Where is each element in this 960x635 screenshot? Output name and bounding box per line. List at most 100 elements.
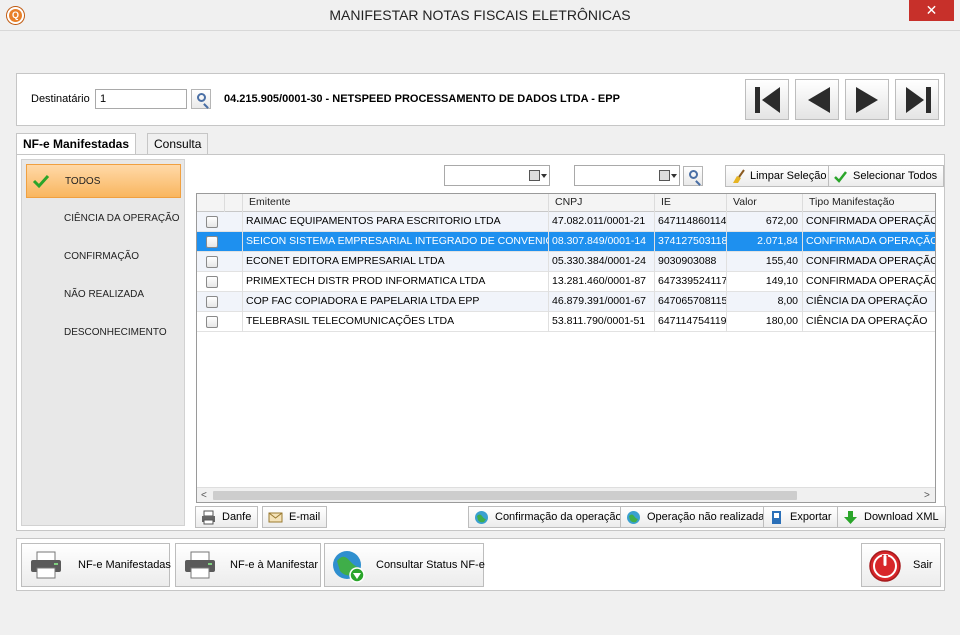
cell-emitente: PRIMEXTECH DISTR PROD INFORMATICA LTDA [243, 272, 549, 292]
cell-cnpj: 08.307.849/0001-14 [549, 232, 655, 252]
filter-label: DESCONHECIMENTO [64, 327, 167, 338]
filter-label: CONFIRMAÇÃO [64, 251, 139, 262]
printer-icon [31, 551, 61, 579]
row-checkbox[interactable] [206, 316, 218, 328]
select-all-button[interactable]: Selecionar Todos [828, 165, 945, 187]
cell-tipo: CONFIRMADA OPERAÇÃO [803, 212, 935, 232]
consultar-status-button[interactable]: Consultar Status NF-e [324, 543, 485, 587]
row-indicator [225, 252, 243, 272]
last-record-icon [906, 87, 931, 113]
cell-emitente: COP FAC COPIADORA E PAPELARIA LTDA EPP [243, 292, 549, 312]
cell-valor: 149,10 [727, 272, 803, 292]
first-record-button[interactable] [745, 79, 789, 120]
email-label: E-mail [289, 511, 321, 523]
sair-button[interactable]: Sair [861, 543, 941, 587]
destinatario-label: Destinatário [31, 93, 90, 105]
header-indicator-column [225, 194, 243, 212]
cell-valor: 8,00 [727, 292, 803, 312]
tab-nfe-manifestadas[interactable]: NF-e Manifestadas [16, 133, 137, 155]
scroll-left-icon[interactable]: < [201, 490, 207, 501]
cell-ie: 647065708115 [655, 292, 727, 312]
cell-cnpj: 47.082.011/0001-21 [549, 212, 655, 232]
previous-record-button[interactable] [795, 79, 839, 120]
header-ie[interactable]: IE [655, 194, 727, 212]
cell-emitente: ECONET EDITORA EMPRESARIAL LTDA [243, 252, 549, 272]
table-row[interactable]: COP FAC COPIADORA E PAPELARIA LTDA EPP 46… [197, 292, 935, 312]
filter-todos[interactable]: TODOS [26, 164, 181, 198]
calendar-dropdown-icon[interactable] [526, 167, 548, 184]
next-record-button[interactable] [845, 79, 889, 120]
nfe-grid: Emitente CNPJ IE Valor Tipo Manifestação… [196, 193, 936, 503]
nfe-a-manifestar-button[interactable]: NF-e à Manifestar [175, 543, 321, 587]
download-xml-label: Download XML [864, 511, 939, 523]
nfe-manifestadas-label: NF-e Manifestadas [78, 559, 171, 571]
email-button[interactable]: E-mail [262, 506, 328, 528]
search-icon [197, 93, 206, 102]
search-icon [689, 170, 698, 179]
filter-desconhecimento[interactable]: DESCONHECIMENTO [26, 316, 181, 350]
grid-search-button[interactable] [683, 166, 703, 186]
filter-sidebar: TODOS CIÊNCIA DA OPERAÇÃO CONFIRMAÇÃO NÃ… [21, 159, 185, 526]
table-row[interactable]: PRIMEXTECH DISTR PROD INFORMATICA LTDA 13… [197, 272, 935, 292]
destinatario-panel: Destinatário 04.215.905/0001-30 - NETSPE… [16, 73, 945, 126]
cell-ie: 647339524117 [655, 272, 727, 292]
row-checkbox[interactable] [206, 296, 218, 308]
date-to-picker[interactable] [574, 165, 680, 186]
filter-label: CIÊNCIA DA OPERAÇÃO [64, 213, 180, 224]
confirmacao-operacao-button[interactable]: Confirmação da operação [468, 506, 629, 528]
row-indicator [225, 292, 243, 312]
filter-nao-realizada[interactable]: NÃO REALIZADA [26, 278, 181, 312]
operacao-nao-realizada-button[interactable]: Operação não realizada [620, 506, 772, 528]
last-record-button[interactable] [895, 79, 939, 120]
header-cnpj[interactable]: CNPJ [549, 194, 655, 212]
clear-selection-label: Limpar Seleção [750, 170, 827, 182]
cell-valor: 180,00 [727, 312, 803, 332]
exportar-button[interactable]: Exportar [763, 506, 839, 528]
header-emitente[interactable]: Emitente [243, 194, 549, 212]
cell-tipo: CIÊNCIA DA OPERAÇÃO [803, 292, 935, 312]
previous-record-icon [808, 87, 830, 113]
destinatario-input[interactable] [95, 89, 187, 109]
envelope-icon [268, 512, 283, 523]
calendar-dropdown-icon[interactable] [656, 167, 678, 184]
clear-selection-button[interactable]: Limpar Seleção [725, 165, 834, 187]
danfe-label: Danfe [222, 511, 252, 523]
tab-panel: TODOS CIÊNCIA DA OPERAÇÃO CONFIRMAÇÃO NÃ… [16, 154, 946, 531]
download-xml-button[interactable]: Download XML [837, 506, 946, 528]
sair-label: Sair [913, 559, 933, 571]
table-row[interactable]: RAIMAC EQUIPAMENTOS PARA ESCRITORIO LTDA… [197, 212, 935, 232]
tab-consulta[interactable]: Consulta [147, 133, 209, 154]
check-icon [32, 174, 50, 189]
export-icon [772, 511, 781, 524]
filter-confirmacao[interactable]: CONFIRMAÇÃO [26, 240, 181, 274]
table-row[interactable]: SEICON SISTEMA EMPRESARIAL INTEGRADO DE … [197, 232, 935, 252]
row-checkbox[interactable] [206, 216, 218, 228]
cell-ie: 647114860114 [655, 212, 727, 232]
next-record-icon [856, 87, 878, 113]
danfe-button[interactable]: Danfe [195, 506, 259, 528]
exportar-label: Exportar [790, 511, 832, 523]
close-button[interactable]: ✕ [909, 0, 954, 21]
header-valor[interactable]: Valor [727, 194, 803, 212]
printer-icon [185, 551, 215, 579]
row-checkbox[interactable] [206, 236, 218, 248]
nfe-manifestadas-button[interactable]: NF-e Manifestadas [21, 543, 171, 587]
horizontal-scrollbar[interactable]: < > [197, 487, 935, 502]
globe-download-icon [333, 551, 365, 583]
filter-label: TODOS [65, 176, 101, 187]
download-arrow-icon [844, 511, 857, 524]
date-from-picker[interactable] [444, 165, 550, 186]
scroll-right-icon[interactable]: > [924, 490, 930, 501]
scrollbar-thumb[interactable] [213, 491, 797, 500]
cell-cnpj: 53.811.790/0001-51 [549, 312, 655, 332]
cell-valor: 672,00 [727, 212, 803, 232]
destinatario-search-button[interactable] [191, 89, 211, 109]
filter-ciencia-operacao[interactable]: CIÊNCIA DA OPERAÇÃO [26, 202, 181, 236]
cell-tipo: CONFIRMADA OPERAÇÃO [803, 232, 935, 252]
row-checkbox[interactable] [206, 276, 218, 288]
row-checkbox[interactable] [206, 256, 218, 268]
header-tipo-manifestacao[interactable]: Tipo Manifestação [803, 194, 935, 212]
table-row[interactable]: TELEBRASIL TELECOMUNICAÇÕES LTDA 53.811.7… [197, 312, 935, 332]
table-row[interactable]: ECONET EDITORA EMPRESARIAL LTDA 05.330.38… [197, 252, 935, 272]
cell-tipo: CONFIRMADA OPERAÇÃO [803, 272, 935, 292]
